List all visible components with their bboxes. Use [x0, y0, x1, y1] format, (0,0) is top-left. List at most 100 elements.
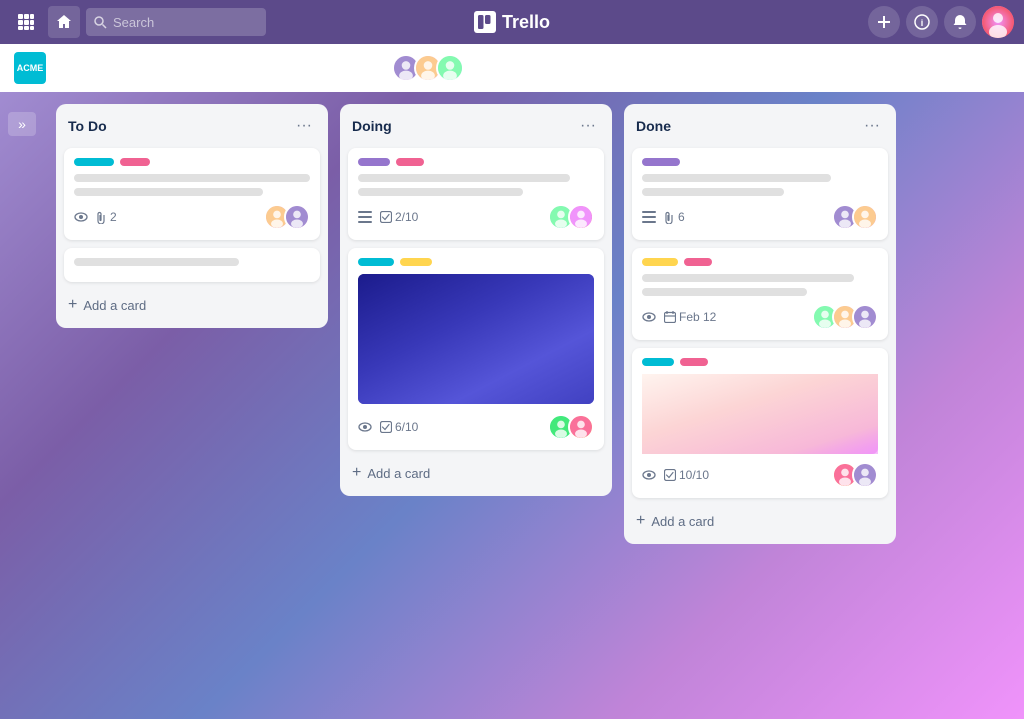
more-button[interactable]: ··· [866, 55, 902, 81]
card-avatars [548, 414, 594, 440]
card-footer: 10/10 [642, 462, 878, 488]
eye-meta [642, 470, 656, 480]
list-menu-doing[interactable]: ··· [576, 114, 600, 138]
card-avatars [832, 204, 878, 230]
clip-meta: 6 [664, 210, 685, 224]
card-footer: 6/10 [358, 414, 594, 440]
add-card-todo[interactable]: + Add a card [64, 290, 320, 320]
list-menu-done[interactable]: ··· [860, 114, 884, 138]
app-name: Trello [502, 12, 550, 33]
card-line [358, 174, 570, 182]
app-logo: Trello [474, 11, 550, 33]
card-doing-2[interactable]: 6/10 [348, 248, 604, 450]
tag-cyan [74, 158, 114, 166]
user-avatar[interactable] [982, 6, 1014, 38]
info-button[interactable]: i [906, 6, 938, 38]
card-doing-1[interactable]: 2/10 [348, 148, 604, 240]
nav-right: i [868, 6, 1014, 38]
card-line [74, 174, 310, 182]
chevrons-icon: » [18, 116, 26, 132]
list-meta [642, 211, 656, 223]
eye-meta [74, 212, 88, 222]
add-card-label: Add a card [83, 298, 146, 313]
add-button[interactable] [868, 6, 900, 38]
trello-logo-icon [474, 11, 496, 33]
invite-button[interactable]: Invite [524, 56, 579, 79]
card-meta: 6 [642, 210, 832, 224]
eye-meta [358, 422, 372, 432]
tag-yellow [400, 258, 432, 266]
member-avatar-3[interactable] [436, 54, 464, 82]
card-avatar [852, 304, 878, 330]
svg-text:i: i [921, 18, 924, 28]
list-todo: To Do ··· [56, 104, 328, 328]
board-header: ACME ⊞ › Project Team Spirit ★ Acme, Inc… [0, 44, 1024, 92]
lists-container: To Do ··· [44, 104, 908, 707]
card-done-1[interactable]: 6 [632, 148, 888, 240]
date-text: Feb 12 [679, 310, 716, 324]
check-meta: 2/10 [380, 210, 418, 224]
dots-icon: ··· [864, 117, 880, 135]
add-card-label: Add a card [367, 466, 430, 481]
search-placeholder: Search [113, 15, 154, 30]
check-count: 6/10 [395, 420, 418, 434]
card-footer: 6 [642, 204, 878, 230]
clip-count: 6 [678, 210, 685, 224]
card-tags [74, 158, 310, 166]
card-tags [642, 258, 878, 266]
card-avatar [284, 204, 310, 230]
sidebar-toggle-button[interactable]: » [8, 112, 36, 136]
tag-purple [358, 158, 390, 166]
workspace-logo: ACME [14, 52, 46, 84]
star-button[interactable]: ★ [240, 59, 253, 76]
grid-icon[interactable] [10, 6, 42, 38]
date-meta: Feb 12 [664, 310, 716, 324]
card-avatars [264, 204, 310, 230]
card-todo-1[interactable]: 2 [64, 148, 320, 240]
dots-icon: ··· [580, 117, 596, 135]
tag-pink [684, 258, 712, 266]
list-title-done: Done [636, 118, 671, 134]
plus-icon: + [68, 296, 77, 314]
notifications-button[interactable] [944, 6, 976, 38]
add-card-done[interactable]: + Add a card [632, 506, 888, 536]
list-title-doing: Doing [352, 118, 392, 134]
card-avatars [812, 304, 878, 330]
card-meta: Feb 12 [642, 310, 812, 324]
card-avatar [852, 462, 878, 488]
card-tags [358, 158, 594, 166]
clip-count: 2 [110, 210, 117, 224]
member-count[interactable]: +12 [478, 59, 514, 77]
card-footer: Feb 12 [642, 304, 878, 330]
card-line [74, 188, 263, 196]
plus-icon: + [352, 464, 361, 482]
list-done: Done ··· [624, 104, 896, 544]
tag-pink [396, 158, 424, 166]
card-line [358, 188, 523, 196]
search-bar[interactable]: Search [86, 8, 266, 36]
list-header-done: Done ··· [632, 112, 888, 140]
divider [266, 56, 267, 80]
tag-yellow [642, 258, 678, 266]
card-tags [642, 158, 878, 166]
home-icon[interactable] [48, 6, 80, 38]
breadcrumb: ⊞ › [56, 60, 75, 76]
card-todo-2[interactable] [64, 248, 320, 282]
workspace-button[interactable]: Acme, Inc. [281, 56, 362, 79]
member-avatars [392, 54, 464, 82]
card-meta: 2/10 [358, 210, 548, 224]
dots-icon: ··· [296, 117, 312, 135]
card-line [642, 188, 784, 196]
card-tags [642, 358, 878, 366]
board-title: Project Team Spirit [85, 59, 230, 77]
check-count: 10/10 [679, 468, 709, 482]
card-gradient-image [642, 374, 878, 454]
card-meta: 2 [74, 210, 264, 224]
card-done-2[interactable]: Feb 12 [632, 248, 888, 340]
list-menu-todo[interactable]: ··· [292, 114, 316, 138]
card-done-3[interactable]: 10/10 [632, 348, 888, 498]
add-card-doing[interactable]: + Add a card [348, 458, 604, 488]
divider2 [377, 56, 378, 80]
tag-cyan [358, 258, 394, 266]
header-search-bar[interactable] [910, 54, 1010, 82]
